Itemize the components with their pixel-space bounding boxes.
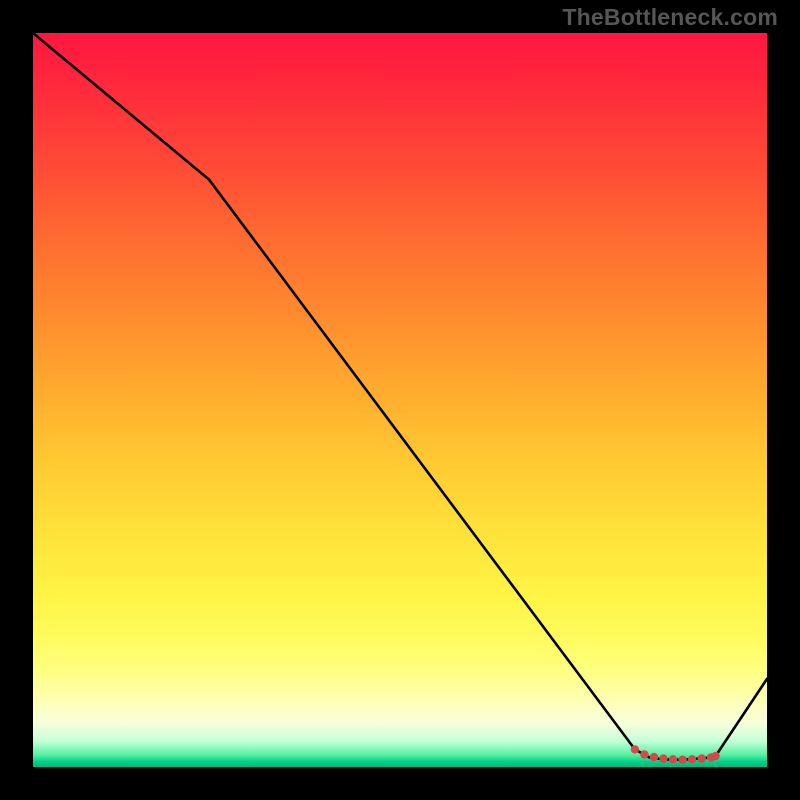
marker-dot [631, 745, 639, 753]
marker-dot [669, 755, 677, 763]
marker-dot [698, 754, 706, 762]
marker-dot [711, 752, 719, 760]
chart-root: TheBottleneck.com [0, 0, 800, 800]
plot-area [33, 33, 767, 767]
marker-dot [688, 755, 696, 763]
marker-dot [678, 756, 686, 764]
chart-svg [33, 33, 767, 767]
watermark-text: TheBottleneck.com [562, 4, 778, 31]
marker-dot [640, 750, 648, 758]
marker-dot [650, 753, 658, 761]
marker-group [631, 745, 720, 764]
chart-line [33, 33, 767, 760]
marker-dot [659, 754, 667, 762]
